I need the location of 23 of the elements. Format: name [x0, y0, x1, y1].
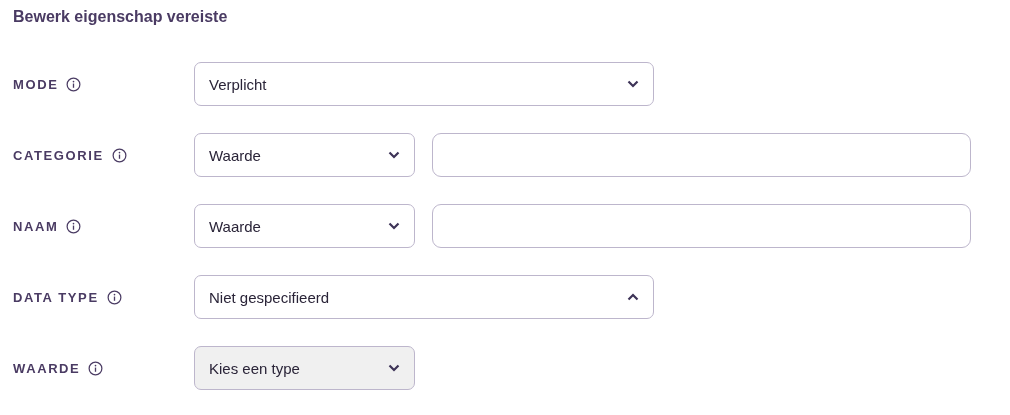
- info-icon[interactable]: [66, 218, 82, 234]
- caret-icon: [388, 364, 400, 372]
- info-icon[interactable]: [111, 147, 127, 163]
- dropdown[interactable]: Waarde: [194, 133, 415, 177]
- caret-icon: [627, 293, 639, 301]
- caret-icon: [388, 222, 400, 230]
- dropdown: Kies een type: [194, 346, 415, 390]
- field-label: NAAM: [13, 218, 59, 234]
- info-icon[interactable]: [88, 360, 104, 376]
- dropdown[interactable]: Verplicht: [194, 62, 654, 106]
- caret-icon: [627, 80, 639, 88]
- caret-icon: [388, 151, 400, 159]
- dropdown[interactable]: Waarde: [194, 204, 415, 248]
- field-label: WAARDE: [13, 360, 81, 376]
- dropdown[interactable]: Niet gespecifieerd: [194, 275, 654, 319]
- info-icon[interactable]: [66, 76, 82, 92]
- input-field[interactable]: [432, 133, 971, 177]
- field-label: MODE: [13, 76, 59, 92]
- field-label: DATA TYPE: [13, 289, 99, 305]
- info-icon[interactable]: [106, 289, 122, 305]
- field-label: CATEGORIE: [13, 147, 104, 163]
- form-title: Bewerk eigenschap vereiste: [13, 8, 229, 27]
- input-field[interactable]: [432, 204, 971, 248]
